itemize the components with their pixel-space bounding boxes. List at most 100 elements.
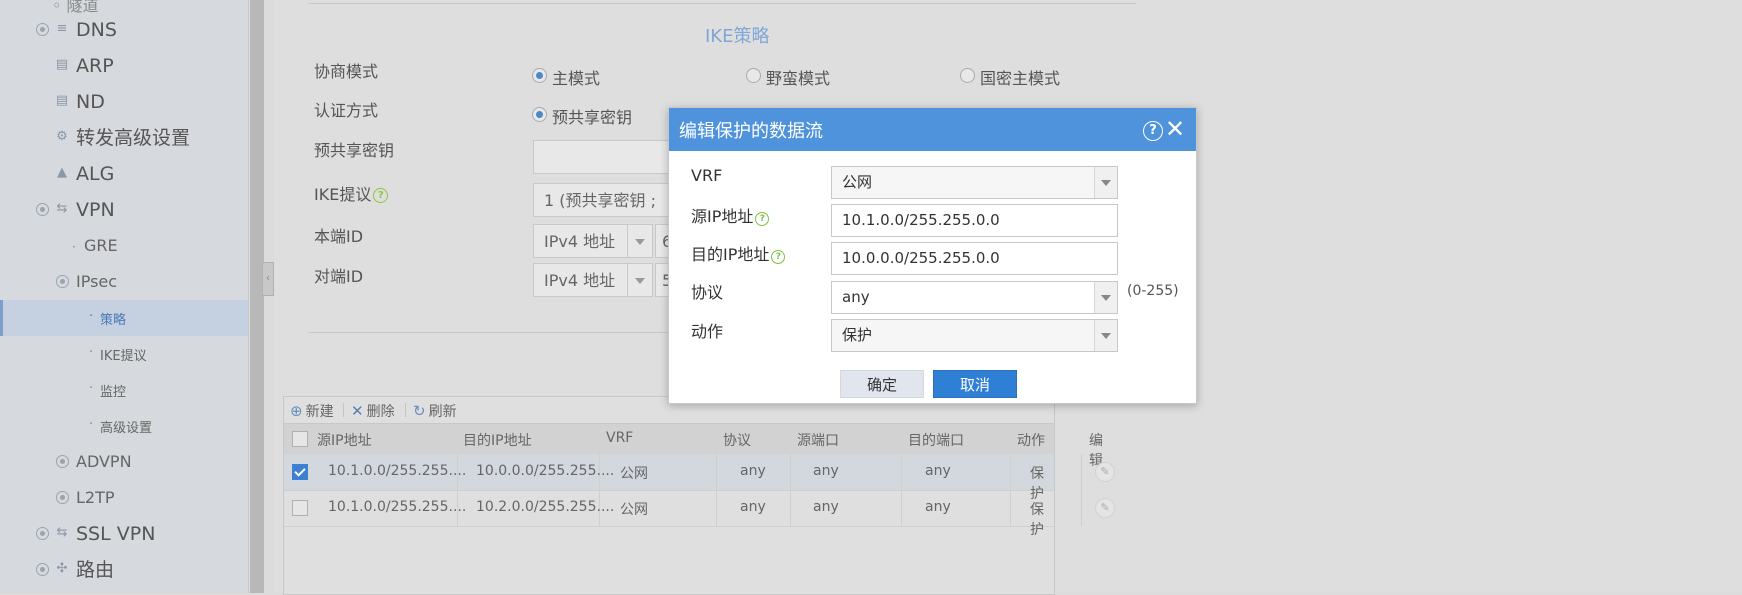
new-button[interactable]: ⊕ 新建 (290, 401, 334, 421)
vrf-select[interactable]: 公网 (831, 166, 1118, 199)
sidebar-item-policy[interactable]: · 策略 (0, 300, 248, 336)
column-header-dst-port[interactable]: 目的端口 (908, 430, 964, 450)
select-all-checkbox[interactable] (292, 431, 308, 447)
peer-id-type-value: IPv4 地址 (544, 271, 616, 290)
sidebar-item-label: 监控 (100, 385, 127, 400)
sidebar-item-label: SSL VPN (76, 523, 156, 545)
peer-id-type-select[interactable]: IPv4 地址 (533, 263, 653, 297)
column-divider (1081, 490, 1082, 526)
sidebar-item-monitor[interactable]: · 监控 (0, 372, 248, 408)
dialog-title: 编辑保护的数据流 (679, 121, 823, 142)
help-icon[interactable]: ? (373, 188, 389, 203)
radio-aggressive-mode-label: 野蛮模式 (766, 69, 831, 88)
protocol-label: 协议 (691, 283, 724, 302)
column-divider (1081, 454, 1082, 490)
row-checkbox[interactable] (292, 500, 308, 516)
expand-toggle-icon[interactable] (56, 491, 69, 504)
help-icon[interactable]: ? (771, 250, 786, 264)
expand-toggle-icon[interactable] (36, 563, 49, 576)
sidebar-item-gre[interactable]: · GRE (0, 228, 248, 264)
cancel-button[interactable]: 取消 (933, 370, 1017, 398)
protected-flow-table: ⊕ 新建 ✕ 删除 ↻ 刷新 源IP地址 目的IP地址 VRF 协议 源端口 目的端口… (283, 396, 1115, 595)
expand-toggle-icon[interactable] (56, 275, 69, 288)
database-icon: ≡ (56, 21, 68, 36)
expand-toggle-icon[interactable] (36, 23, 49, 36)
expand-toggle-icon[interactable] (56, 455, 69, 468)
collapse-sidebar-icon[interactable]: ‹ (262, 262, 274, 296)
ok-button[interactable]: 确定 (840, 370, 924, 398)
sidebar-item-ssl-vpn[interactable]: ⇆ SSL VPN (0, 516, 248, 552)
radio-gm-main-mode[interactable] (960, 68, 975, 83)
dialog-header: 编辑保护的数据流 ? ✕ (669, 108, 1196, 151)
sidebar-item-alg[interactable]: ▲ ALG (0, 156, 248, 192)
sidebar-item-nd[interactable]: ▤ ND (0, 84, 248, 120)
column-header-protocol[interactable]: 协议 (723, 430, 751, 450)
refresh-button[interactable]: ↻ 刷新 (413, 401, 457, 421)
sidebar-item-label: ADVPN (76, 452, 132, 471)
radio-gm-main-mode-label: 国密主模式 (980, 69, 1061, 88)
sidebar-item-arp[interactable]: ▤ ARP (0, 48, 248, 84)
protocol-value: any (842, 288, 870, 306)
sidebar-item-route[interactable]: ✣ 路由 (0, 552, 248, 588)
protocol-combobox[interactable]: any (831, 281, 1118, 314)
src-ip-input[interactable]: 10.1.0.0/255.255.0.0 (831, 204, 1118, 237)
sidebar-item-label: DNS (76, 19, 117, 41)
sidebar-item-ike-proposal[interactable]: · IKE提议 (0, 336, 248, 372)
sidebar-item-label: ALG (76, 163, 115, 185)
table-icon: ▤ (55, 57, 69, 72)
edit-pencil-icon[interactable]: ✎ (1095, 498, 1115, 518)
column-header-vrf[interactable]: VRF (606, 430, 633, 446)
column-header-src-ip[interactable]: 源IP地址 (317, 430, 372, 450)
delete-button[interactable]: ✕ 删除 (351, 401, 395, 421)
bullet-icon: · (89, 309, 94, 324)
expand-toggle-icon[interactable] (36, 527, 49, 540)
radio-psk[interactable] (532, 107, 547, 122)
help-icon[interactable]: ? (755, 212, 770, 226)
sidebar-item-ipsec[interactable]: IPsec (0, 264, 248, 300)
chevron-down-icon[interactable] (1094, 282, 1117, 313)
vrf-value: 公网 (842, 173, 873, 191)
row-checkbox[interactable] (292, 464, 308, 480)
table-header: 源IP地址 目的IP地址 VRF 协议 源端口 目的端口 动作 编辑 (284, 423, 1103, 469)
sidebar-item-label: 转发高级设置 (76, 127, 191, 149)
sidebar-item-forward-advanced[interactable]: ⚙ 转发高级设置 (0, 120, 248, 156)
column-divider (716, 490, 717, 526)
sidebar-item-label: IKE提议 (100, 349, 147, 364)
sidebar-item-dns[interactable]: ≡ DNS (0, 12, 248, 48)
sidebar-item-vpn[interactable]: ⇆ VPN (0, 192, 248, 228)
cell-src-ip: 10.1.0.0/255.255.... (328, 499, 467, 515)
radio-main-mode[interactable] (532, 68, 547, 83)
dst-ip-input[interactable]: 10.0.0.0/255.255.0.0 (831, 242, 1118, 275)
alg-icon: ▲ (57, 165, 67, 180)
psk-input[interactable] (533, 140, 673, 174)
column-divider (1010, 490, 1011, 526)
radio-aggressive-mode[interactable] (746, 68, 761, 83)
chevron-down-icon (627, 264, 652, 296)
edit-pencil-icon[interactable]: ✎ (1095, 462, 1115, 482)
column-header-dst-ip[interactable]: 目的IP地址 (463, 430, 532, 450)
local-id-type-select[interactable]: IPv4 地址 (533, 224, 653, 258)
help-icon[interactable]: ? (1143, 121, 1163, 141)
psk-label: 预共享密钥 (314, 141, 395, 160)
column-header-src-port[interactable]: 源端口 (797, 430, 839, 450)
sidebar-scrollbar[interactable] (250, 0, 264, 593)
close-icon[interactable]: ✕ (1165, 116, 1185, 142)
action-select[interactable]: 保护 (831, 319, 1118, 352)
cell-dst-ip: 10.2.0.0/255.255.... (476, 499, 615, 515)
toolbar-separator (343, 403, 344, 417)
chevron-down-icon (1094, 167, 1117, 198)
table-row[interactable]: 10.1.0.0/255.255.... 10.2.0.0/255.255...… (284, 490, 1115, 538)
column-divider (716, 454, 717, 490)
protocol-range-hint: (0-255) (1127, 283, 1179, 299)
settings-icon: ⚙ (56, 129, 68, 144)
expand-toggle-icon[interactable] (36, 203, 49, 216)
peer-id-label: 对端ID (314, 267, 364, 286)
column-header-action[interactable]: 动作 (1017, 430, 1045, 450)
local-id-label: 本端ID (314, 227, 364, 246)
sidebar-item-l2tp[interactable]: L2TP (0, 480, 248, 516)
dst-ip-label: 目的IP地址? (691, 241, 786, 265)
ike-proposal-select[interactable]: 1 (预共享密钥 ; SH (533, 183, 673, 244)
sidebar-item-advpn[interactable]: ADVPN (0, 444, 248, 480)
table-row[interactable]: 10.1.0.0/255.255.... 10.0.0.0/255.255...… (284, 454, 1115, 502)
sidebar-item-advanced[interactable]: · 高级设置 (0, 408, 248, 444)
